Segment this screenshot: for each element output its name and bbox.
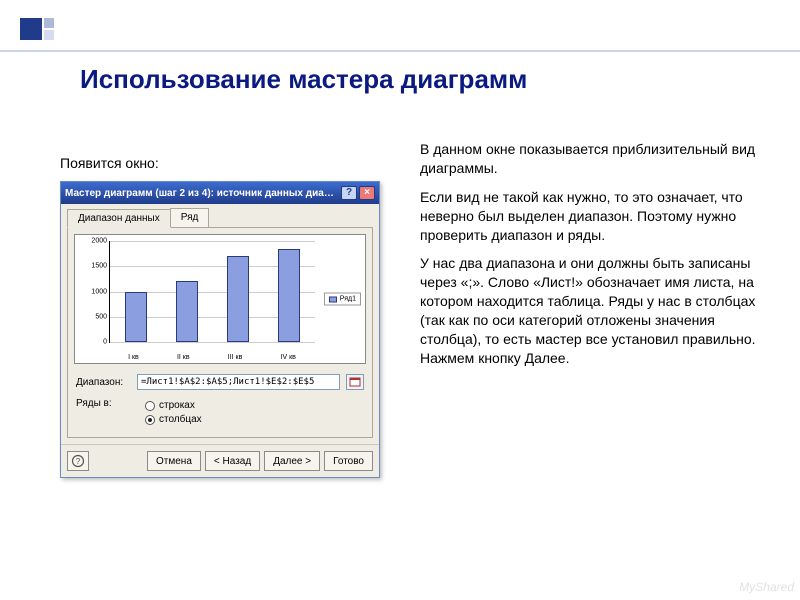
legend-label: Ряд1 [340, 296, 356, 303]
decor-divider [0, 50, 800, 52]
watermark: MyShared [739, 580, 794, 594]
tab-strip: Диапазон данных Ряд [61, 204, 379, 227]
tab-body: 0 500 1000 1500 2000 I кв II кв III кв IV кв Ря… [67, 227, 373, 438]
radio-icon [145, 401, 155, 411]
chart-preview: 0 500 1000 1500 2000 I кв II кв III кв IV кв Ря… [74, 234, 366, 364]
y-tick-label: 0 [103, 339, 107, 346]
legend-swatch [329, 296, 337, 302]
chart-wizard-window: Мастер диаграмм (шаг 2 из 4): источник д… [60, 181, 380, 478]
close-button[interactable]: × [359, 186, 375, 200]
chart-bar [125, 292, 147, 343]
chart-bar [278, 249, 300, 342]
y-tick-label: 1000 [91, 288, 107, 295]
chart-bar [227, 256, 249, 342]
radio-cols[interactable]: столбцах [145, 414, 202, 425]
svg-text:?: ? [76, 457, 81, 466]
collapse-dialog-icon[interactable] [346, 374, 364, 390]
titlebar[interactable]: Мастер диаграмм (шаг 2 из 4): источник д… [61, 182, 379, 204]
description-block: В данном окне показывается приблизительн… [420, 140, 760, 378]
chart-bar [176, 281, 198, 342]
description-p3: У нас два диапазона и они должны быть за… [420, 254, 760, 367]
button-row: ? Отмена < Назад Далее > Готово [61, 444, 379, 477]
range-label: Диапазон: [76, 377, 131, 388]
chart-legend: Ряд1 [324, 293, 361, 306]
x-tick-label: II кв [177, 354, 190, 361]
help-icon: ? [71, 454, 85, 468]
help-button[interactable]: ? [67, 451, 89, 471]
intro-text: Появится окно: [60, 155, 390, 171]
y-tick-label: 500 [95, 313, 107, 320]
help-titlebar-button[interactable]: ? [341, 186, 357, 200]
description-p1: В данном окне показывается приблизительн… [420, 140, 760, 178]
decor-square-small-1 [44, 18, 54, 28]
range-input[interactable] [137, 374, 340, 390]
next-button[interactable]: Далее > [264, 451, 320, 471]
gridline [110, 342, 315, 343]
radio-icon [145, 415, 155, 425]
tab-series[interactable]: Ряд [170, 208, 210, 227]
x-tick-label: I кв [128, 354, 139, 361]
page-title: Использование мастера диаграмм [80, 64, 527, 95]
y-tick-label: 2000 [91, 238, 107, 245]
x-tick-label: III кв [228, 354, 243, 361]
y-tick-label: 1500 [91, 263, 107, 270]
decor-square-small-2 [44, 30, 54, 40]
finish-button[interactable]: Готово [324, 451, 373, 471]
window-title: Мастер диаграмм (шаг 2 из 4): источник д… [65, 188, 339, 199]
decor-square-large [20, 18, 42, 40]
description-p2: Если вид не такой как нужно, то это озна… [420, 188, 760, 245]
back-button[interactable]: < Назад [205, 451, 260, 471]
rows-in-label: Ряды в: [76, 398, 131, 409]
radio-rows[interactable]: строках [145, 400, 202, 411]
x-tick-label: IV кв [281, 354, 296, 361]
tab-data-range[interactable]: Диапазон данных [67, 209, 171, 228]
cancel-button[interactable]: Отмена [147, 451, 201, 471]
